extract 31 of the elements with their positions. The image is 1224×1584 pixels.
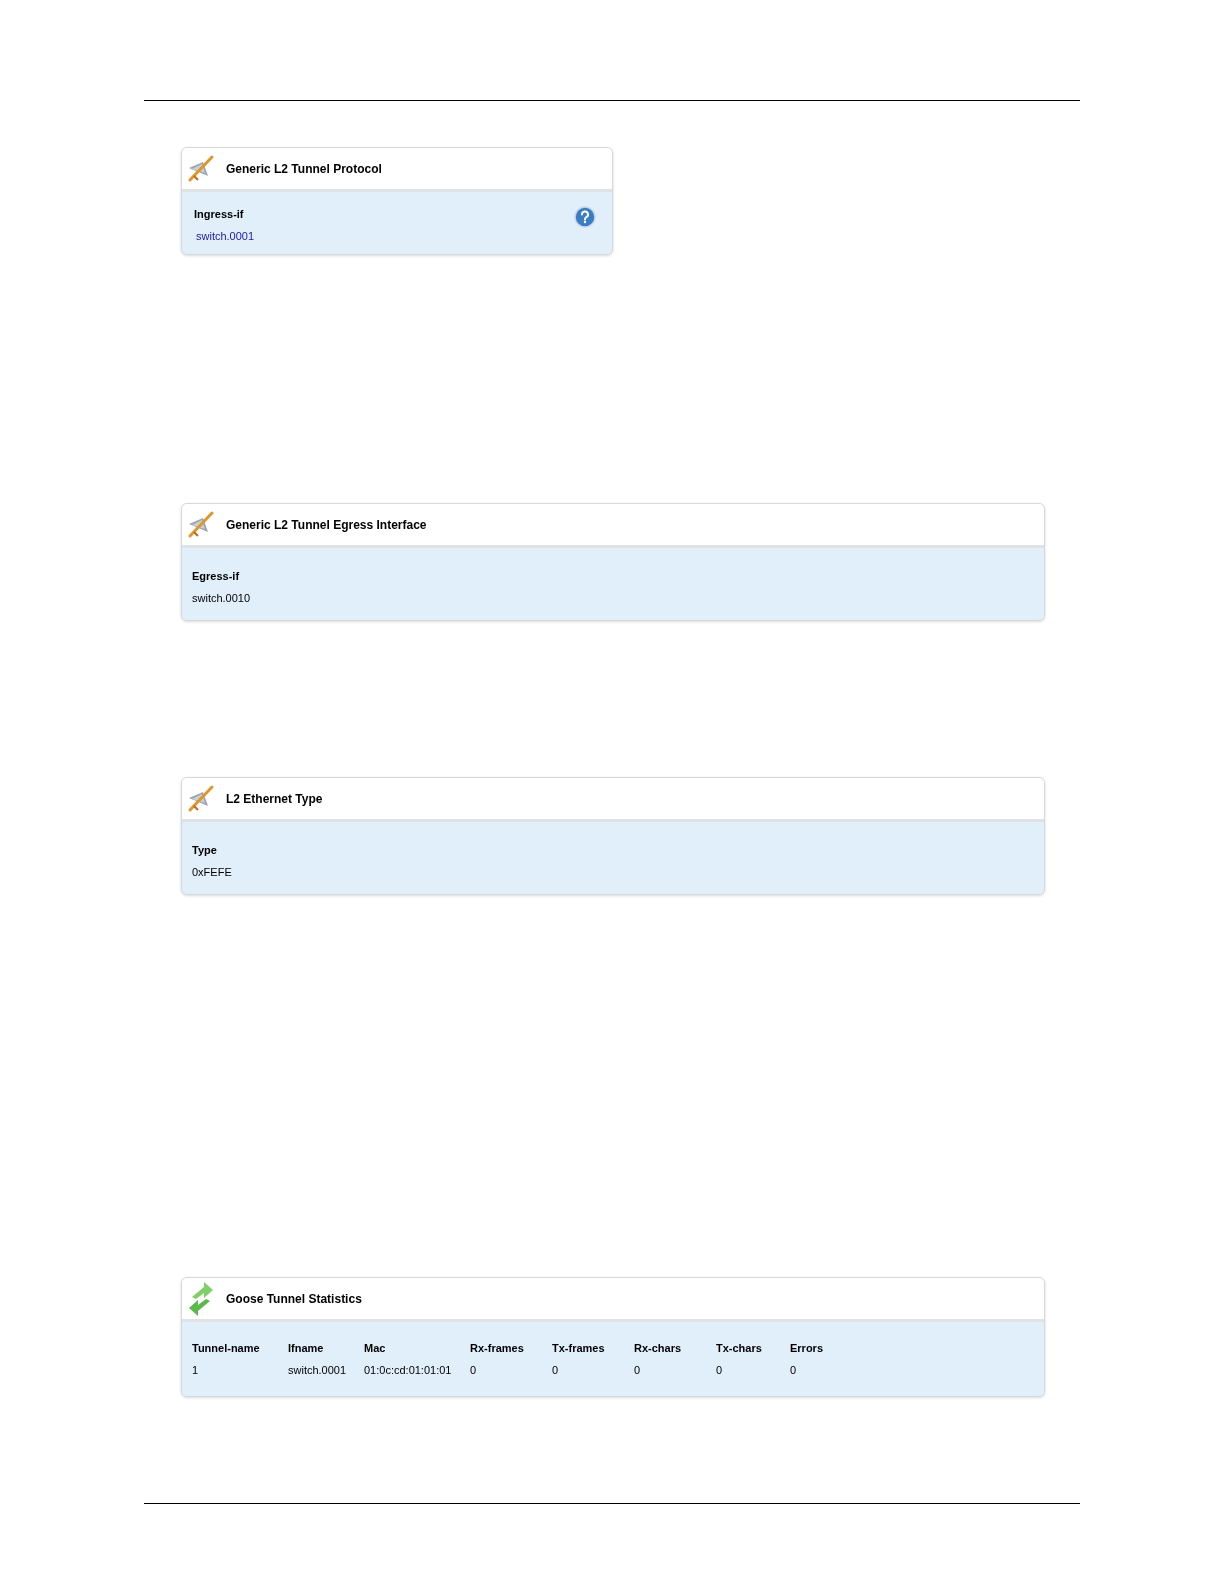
panel-title: Generic L2 Tunnel Egress Interface [226, 516, 427, 534]
table-cell: 0 [552, 1361, 634, 1378]
panel-title: Goose Tunnel Statistics [226, 1290, 362, 1308]
field-value: 0xFEFE [192, 864, 232, 880]
column-header: Tx-frames [552, 1340, 634, 1362]
field-link[interactable]: switch.0001 [194, 227, 255, 244]
column-header: Mac [364, 1340, 470, 1362]
field-label: Ingress-if [194, 207, 244, 222]
table-cell: 0 [634, 1361, 716, 1378]
table-cell: 0 [470, 1361, 552, 1378]
table-cell: switch.0001 [288, 1361, 364, 1378]
table-cell-text: 0 [790, 1362, 798, 1378]
tools-icon [186, 509, 216, 540]
column-header: Errors [790, 1341, 825, 1356]
column-header: Ifname [288, 1340, 364, 1362]
table-cell: 01:0c:cd:01:01:01 [364, 1361, 470, 1378]
arrows-icon [188, 1280, 214, 1317]
column-header: Rx-frames [470, 1340, 552, 1362]
column-header: Tx-chars [716, 1340, 790, 1362]
help-icon[interactable] [574, 206, 596, 228]
field-label: Type [192, 843, 217, 858]
panel-title: Generic L2 Tunnel Protocol [226, 160, 382, 178]
field-value: switch.0010 [192, 590, 251, 606]
panel-title: L2 Ethernet Type [226, 790, 323, 808]
table-cell: 0 [716, 1361, 790, 1378]
column-header: Tunnel-name [192, 1340, 288, 1362]
tools-icon [186, 153, 216, 184]
field-label: Egress-if [192, 569, 240, 584]
tools-icon [186, 783, 216, 814]
table-cell: 1 [192, 1361, 288, 1378]
column-header: Rx-chars [634, 1340, 716, 1362]
